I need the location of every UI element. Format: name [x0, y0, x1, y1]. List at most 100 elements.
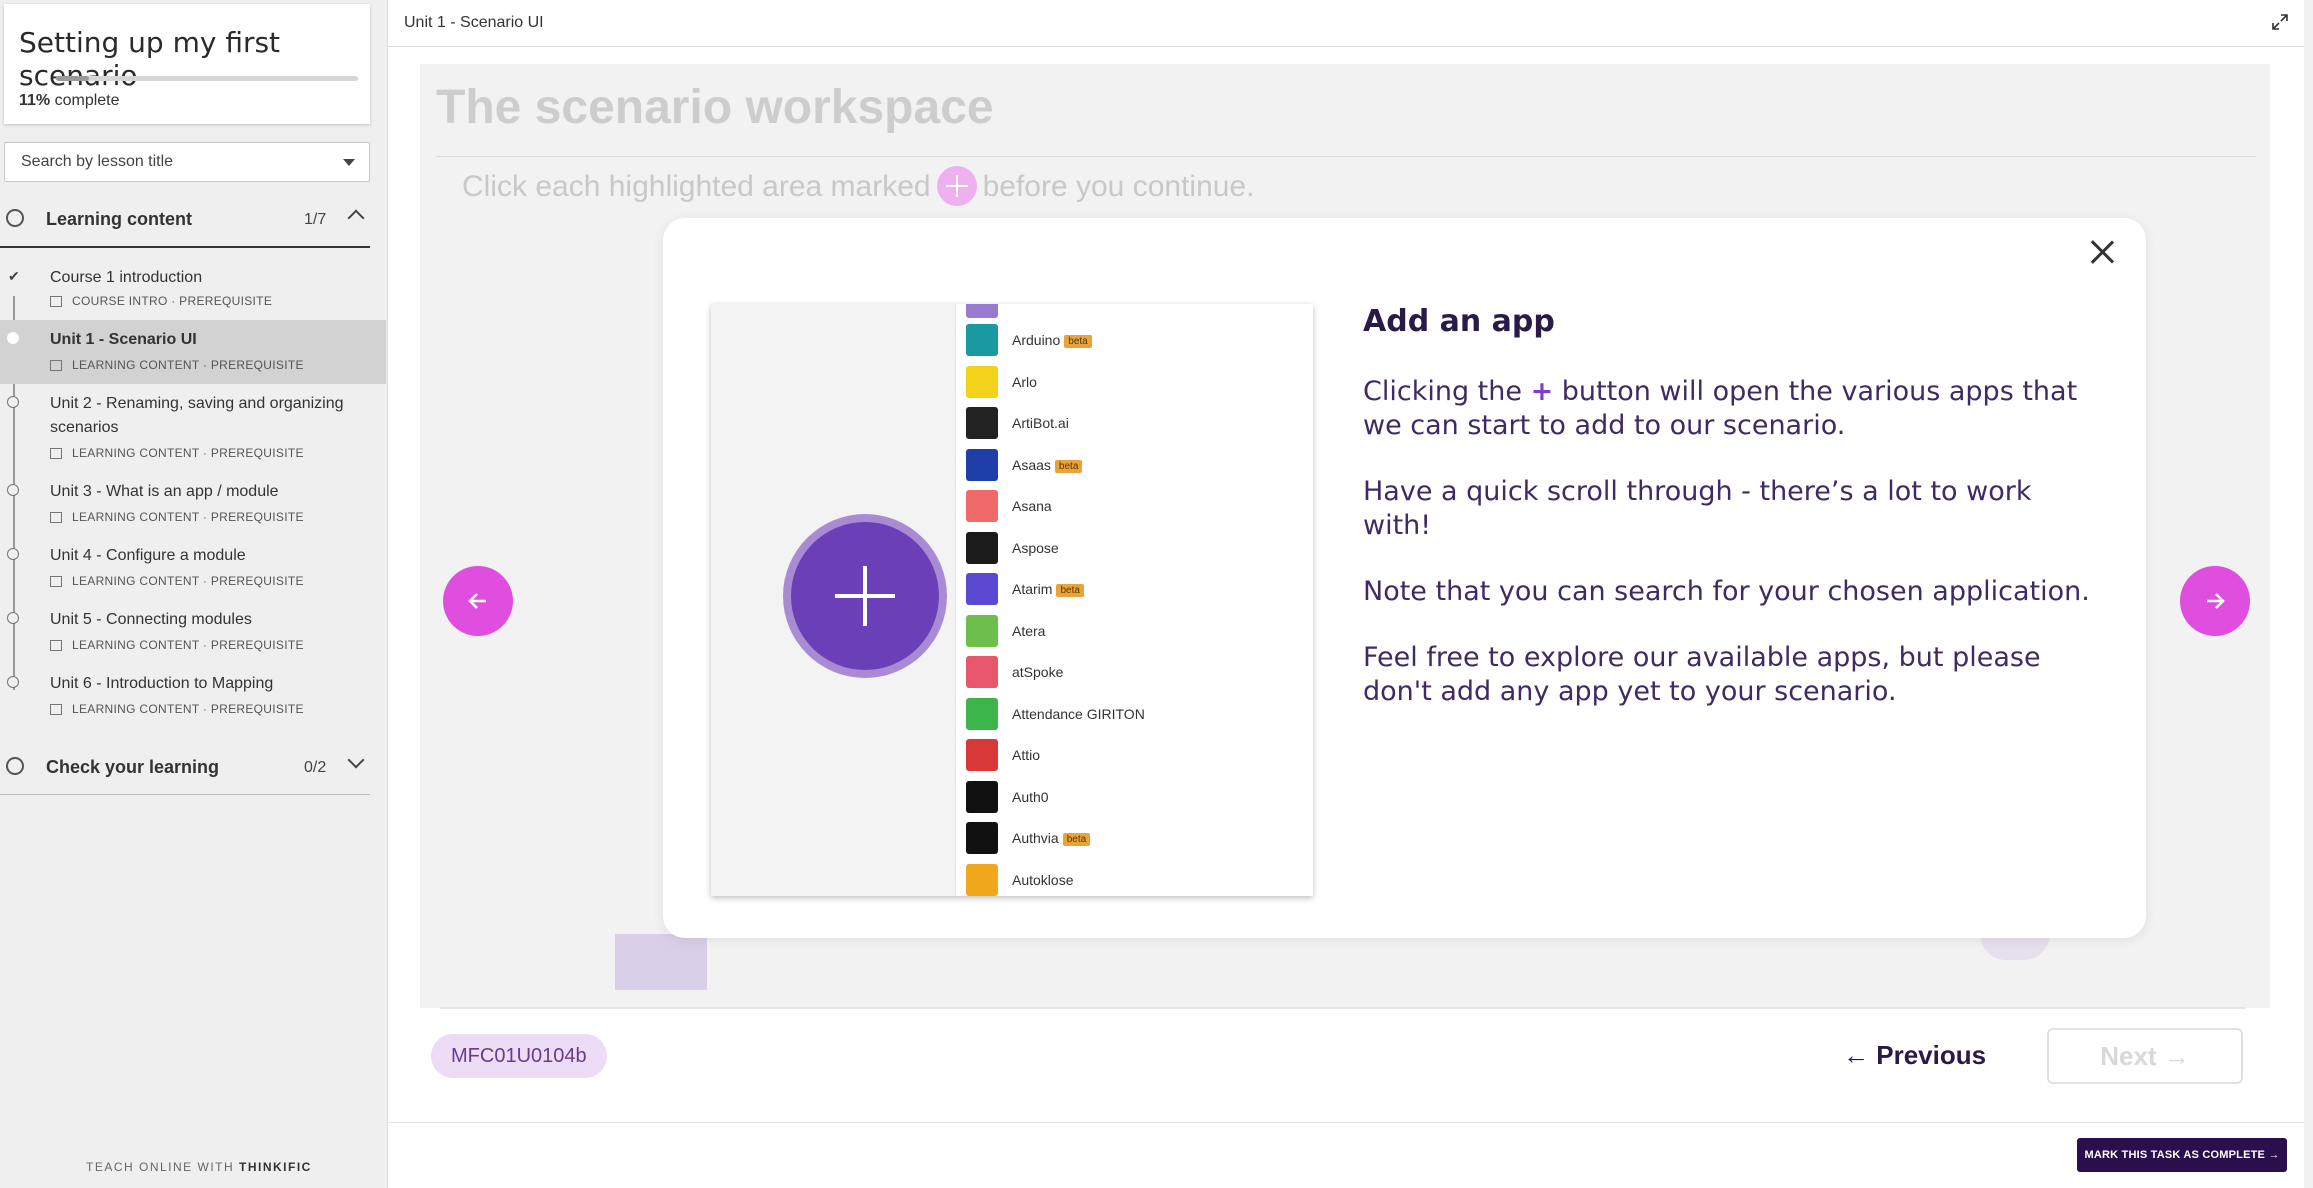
progress-bar [56, 76, 358, 81]
chapter-progress-circle-icon [6, 757, 24, 775]
course-card: Setting up my first scenario 11% complet… [4, 4, 370, 124]
chapter-title: Learning content [46, 209, 193, 229]
next-label: Next [2100, 1041, 2157, 1071]
lesson-code-badge: MFC01U0104b [431, 1034, 607, 1078]
app-icon [966, 531, 998, 564]
main-content: Unit 1 - Scenario UI The scenario worksp… [387, 0, 2304, 1188]
app-list-item: Attendance GIRITON [966, 697, 1306, 732]
lesson-meta-text: LEARNING CONTENT · PREREQUISITE [72, 702, 304, 716]
content-icon [50, 448, 62, 459]
app-icon [966, 863, 998, 896]
info-modal: Arduino beta Arlo ArtiBot.ai Asaas beta Asana A… [663, 218, 2146, 938]
app-list-item: Atera [966, 614, 1306, 649]
lesson-title: Unit 1 - Scenario UI [50, 331, 197, 348]
arrow-right-icon: → [2268, 1149, 2280, 1161]
lesson-item[interactable]: Unit 2 - Renaming, saving and organizing… [0, 390, 386, 470]
app-icon [966, 324, 998, 356]
app-icon [966, 448, 998, 481]
bottom-divider [440, 1007, 2246, 1009]
lesson-title: Unit 5 - Connecting modules [50, 611, 252, 628]
next-button[interactable]: Next → [2047, 1028, 2243, 1084]
mark-complete-label: MARK THIS TASK AS COMPLETE [2084, 1149, 2266, 1161]
app-icon [966, 573, 998, 605]
chevron-down-icon [347, 751, 365, 769]
next-slide-button[interactable] [2180, 566, 2250, 636]
lesson-title: Unit 2 - Renaming, saving and organizing… [50, 395, 344, 436]
lesson-meta-text: LEARNING CONTENT · PREREQUISITE [72, 574, 304, 588]
mark-complete-button[interactable]: MARK THIS TASK AS COMPLETE → [2077, 1138, 2287, 1172]
previous-button[interactable]: ← Previous [1843, 1040, 1986, 1071]
lesson-item[interactable]: Unit 5 - Connecting modules LEARNING CON… [0, 606, 386, 664]
background-divider [436, 156, 2256, 157]
app-name: Aspose [1012, 539, 1059, 556]
lesson-meta: LEARNING CONTENT · PREREQUISITE [50, 446, 304, 460]
app-name: ArtiBot.ai [1012, 415, 1069, 431]
lesson-meta-text: LEARNING CONTENT · PREREQUISITE [72, 358, 304, 372]
beta-badge: beta [1064, 335, 1092, 348]
close-icon[interactable] [2086, 236, 2118, 268]
app-icon [966, 780, 998, 813]
plus-symbol: + [1530, 376, 1554, 407]
lesson-item[interactable]: Unit 3 - What is an app / module LEARNIN… [0, 478, 386, 536]
modal-heading: Add an app [1363, 304, 1555, 339]
prev-slide-button[interactable] [443, 566, 513, 636]
app-list-item: ArtiBot.ai [966, 407, 1306, 441]
app-list-item: Arlo [966, 365, 1306, 400]
lesson-status-dot [7, 332, 19, 344]
app-icon [966, 407, 998, 439]
lesson-title: Unit 4 - Configure a module [50, 547, 246, 564]
lesson-meta: LEARNING CONTENT · PREREQUISITE [50, 638, 304, 652]
chapter-check-your-learning[interactable]: Check your learning 0/2 [0, 740, 370, 795]
lesson-item-active[interactable]: Unit 1 - Scenario UI LEARNING CONTENT · … [0, 320, 386, 384]
lesson-search-select[interactable]: Search by lesson title [4, 142, 370, 182]
arrow-right-icon [2207, 593, 2225, 609]
app-name: Arlo [1012, 373, 1037, 390]
lesson-meta: LEARNING CONTENT · PREREQUISITE [50, 574, 304, 588]
app-icon [966, 614, 998, 647]
progress-text: 11% complete [19, 92, 120, 110]
lesson-meta-text: LEARNING CONTENT · PREREQUISITE [72, 638, 304, 652]
app-icon [966, 739, 998, 771]
progress-percent: 11% [19, 92, 51, 109]
thinkific-footer[interactable]: TEACH ONLINE WITH THINKIFIC [86, 1160, 312, 1174]
content-icon [50, 360, 62, 371]
lesson-meta: LEARNING CONTENT · PREREQUISITE [50, 702, 304, 716]
lesson-item[interactable]: Unit 4 - Configure a module LEARNING CON… [0, 542, 386, 600]
app-name: atSpoke [1012, 664, 1064, 680]
chapter-learning-content[interactable]: Learning content 1/7 [0, 192, 370, 248]
instruction-before: Click each highlighted area marked [462, 170, 931, 203]
app-name: Arduino beta [1012, 332, 1092, 348]
app-icon [966, 365, 998, 398]
lesson-meta-text: LEARNING CONTENT · PREREQUISITE [72, 446, 304, 460]
lesson-meta-text: LEARNING CONTENT · PREREQUISITE [72, 510, 304, 524]
app-name: Atarim beta [1012, 581, 1084, 597]
chevron-up-icon [347, 209, 365, 227]
arrow-left-icon [468, 593, 486, 609]
app-list-item: Arduino beta [966, 324, 1306, 358]
lesson-item[interactable]: Unit 6 - Introduction to Mapping LEARNIN… [0, 670, 386, 728]
modal-paragraph-3: Note that you can search for your chosen… [1363, 576, 2090, 607]
chapter-count: 1/7 [304, 211, 327, 228]
lesson-meta: LEARNING CONTENT · PREREQUISITE [50, 358, 304, 372]
modal-paragraph-4: Feel free to explore our available apps,… [1363, 642, 2041, 707]
app-name: Autoklose [1012, 871, 1074, 888]
footer-divider [388, 1122, 2304, 1123]
app-list-item-partial [966, 304, 1306, 320]
app-icon [966, 304, 998, 318]
top-bar: Unit 1 - Scenario UI [388, 0, 2304, 47]
app-name: Attendance GIRITON [1012, 705, 1145, 722]
background-instruction: Click each highlighted area marked before… [462, 166, 1254, 206]
chapter-title: Check your learning [46, 757, 220, 777]
footer-prefix: TEACH ONLINE WITH [86, 1160, 235, 1174]
lesson-status-dot [7, 484, 19, 496]
modal-paragraph-2: Have a quick scroll through - there’s a … [1363, 476, 2032, 541]
app-name: Atera [1012, 622, 1046, 639]
caret-down-icon [343, 159, 355, 166]
expand-icon[interactable] [2272, 14, 2288, 30]
modal-paragraph-1: Clicking the + button will open the vari… [1363, 375, 2093, 443]
lesson-item[interactable]: ✔ Course 1 introduction COURSE INTRO · P… [0, 262, 386, 320]
lesson-stage: The scenario workspace Click each highli… [420, 64, 2270, 1008]
chapter-count: 0/2 [304, 759, 327, 776]
arrow-left-icon: ← [1843, 1040, 1869, 1070]
app-list-screenshot: Arduino beta Arlo ArtiBot.ai Asaas beta Asana A… [711, 304, 1313, 896]
